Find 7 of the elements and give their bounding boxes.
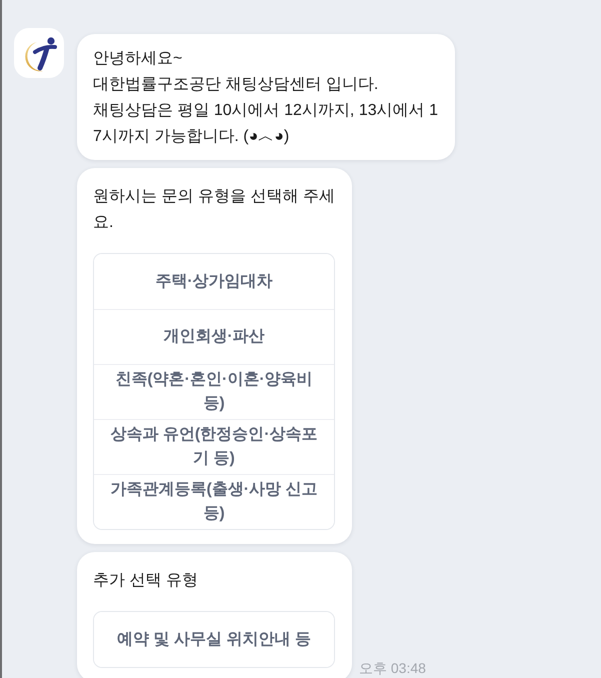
timestamp: 오후 03:48 <box>359 659 426 677</box>
prompt-text: 추가 선택 유형 <box>93 571 199 591</box>
prompt-text: 원하시는 문의 유형을 선택해 주세요. <box>93 187 335 233</box>
option-button[interactable]: 예약 및 사무실 위치안내 등 <box>94 612 334 667</box>
option-button[interactable]: 가족관계등록(출생·사망 신고 등) <box>94 474 334 529</box>
person-logo-icon <box>14 28 64 78</box>
message-text: 안녕하세요~ 대한법률구조공단 채팅상담센터 입니다. 채팅상담은 평일 10시에서 12시까지, 13시에서 17시까지 가능합니다. (◕︿◕) <box>93 49 439 147</box>
